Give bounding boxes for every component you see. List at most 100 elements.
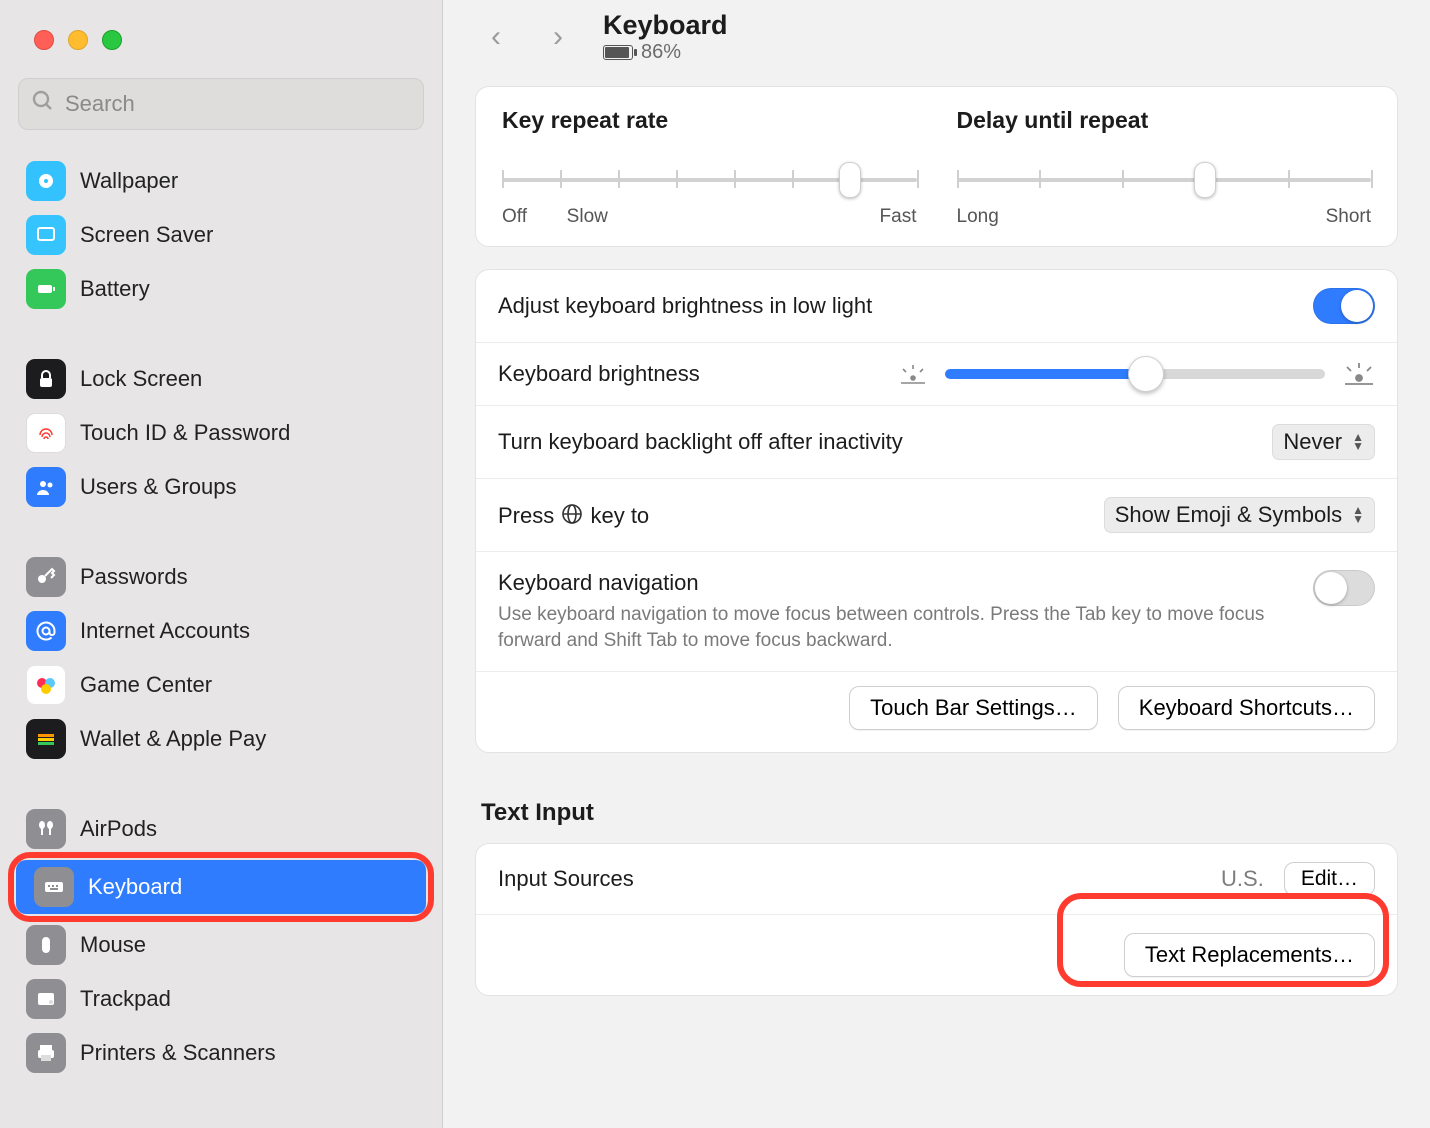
sidebar-item-wallpaper[interactable]: Wallpaper <box>8 154 434 208</box>
keyboard-navigation-toggle[interactable] <box>1313 570 1375 606</box>
battery-icon <box>26 269 66 309</box>
sidebar-item-game-center[interactable]: Game Center <box>8 658 434 712</box>
sidebar-item-label: Mouse <box>80 932 146 958</box>
slider-knob[interactable] <box>839 162 861 198</box>
brightness-slider[interactable] <box>899 362 1375 386</box>
auto-brightness-label: Adjust keyboard brightness in low light <box>498 293 872 319</box>
updown-icon: ▲▼ <box>1352 433 1364 451</box>
keyboard-navigation-label: Keyboard navigation <box>498 570 1293 596</box>
sidebar-item-airpods[interactable]: AirPods <box>8 802 434 856</box>
brightness-low-icon <box>899 363 927 385</box>
screen-saver-icon <box>26 215 66 255</box>
nav-forward-button[interactable]: › <box>541 20 575 54</box>
sidebar-item-label: Printers & Scanners <box>80 1040 276 1066</box>
sidebar-item-label: Internet Accounts <box>80 618 250 644</box>
sidebar-item-label: Users & Groups <box>80 474 237 500</box>
globe-key-label: Press key to <box>498 502 649 529</box>
dropdown-value: Never <box>1283 429 1342 455</box>
sidebar-item-wallet-apple-pay[interactable]: Wallet & Apple Pay <box>8 712 434 766</box>
globe-key-dropdown[interactable]: Show Emoji & Symbols ▲▼ <box>1104 497 1375 533</box>
delay-until-repeat-slider[interactable]: Delay until repeat Long <box>957 107 1372 228</box>
header: ‹ › Keyboard 86% <box>443 0 1430 76</box>
trackpad-icon <box>26 979 66 1019</box>
sidebar-item-label: Touch ID & Password <box>80 420 290 446</box>
backlight-off-label: Turn keyboard backlight off after inacti… <box>498 429 903 455</box>
input-sources-label: Input Sources <box>498 866 634 892</box>
fingerprint-icon <box>26 413 66 453</box>
slider-max-label: Fast <box>880 206 917 228</box>
search-icon <box>31 89 55 119</box>
sidebar-item-battery[interactable]: Battery <box>8 262 434 316</box>
keyboard-navigation-note: Use keyboard navigation to move focus be… <box>498 602 1293 653</box>
sidebar-item-label: Wallet & Apple Pay <box>80 726 266 752</box>
battery-status: 86% <box>603 41 728 64</box>
main-content: ‹ › Keyboard 86% Key repeat rate <box>443 0 1430 1128</box>
users-icon <box>26 467 66 507</box>
sidebar-item-printers-scanners[interactable]: Printers & Scanners <box>8 1026 434 1080</box>
sidebar-item-users-groups[interactable]: Users & Groups <box>8 460 434 514</box>
globe-icon <box>560 502 584 526</box>
nav-back-button[interactable]: ‹ <box>479 20 513 54</box>
sidebar-item-label: AirPods <box>80 816 157 842</box>
battery-icon <box>603 45 633 60</box>
printer-icon <box>26 1033 66 1073</box>
sidebar-item-internet-accounts[interactable]: Internet Accounts <box>8 604 434 658</box>
sidebar-item-label: Game Center <box>80 672 212 698</box>
updown-icon: ▲▼ <box>1352 506 1364 524</box>
brightness-label: Keyboard brightness <box>498 361 700 387</box>
zoom-window-button[interactable] <box>102 30 122 50</box>
close-window-button[interactable] <box>34 30 54 50</box>
wallpaper-icon <box>26 161 66 201</box>
sidebar-item-passwords[interactable]: Passwords <box>8 550 434 604</box>
slider-min-label: Long <box>957 206 999 228</box>
key-repeat-rate-slider[interactable]: Key repeat rate <box>502 107 917 228</box>
airpods-icon <box>26 809 66 849</box>
sidebar-item-label: Lock Screen <box>80 366 202 392</box>
game-center-icon <box>26 665 66 705</box>
slider-label: Key repeat rate <box>502 107 917 134</box>
sidebar-item-trackpad[interactable]: Trackpad <box>8 972 434 1026</box>
at-icon <box>26 611 66 651</box>
slider-knob[interactable] <box>1128 356 1164 392</box>
battery-percentage: 86% <box>641 41 681 64</box>
keyboard-shortcuts-button[interactable]: Keyboard Shortcuts… <box>1118 686 1375 730</box>
input-sources-value: U.S. <box>1221 866 1264 892</box>
slider-knob[interactable] <box>1194 162 1216 198</box>
touch-bar-settings-button[interactable]: Touch Bar Settings… <box>849 686 1098 730</box>
minimize-window-button[interactable] <box>68 30 88 50</box>
auto-brightness-toggle[interactable] <box>1313 288 1375 324</box>
sidebar-item-label: Screen Saver <box>80 222 213 248</box>
sidebar-highlight-ring: Keyboard <box>8 852 434 922</box>
text-input-panel: Input Sources U.S. Edit… Text Replacemen… <box>475 843 1398 996</box>
mouse-icon <box>26 925 66 965</box>
keyboard-settings-panel: Adjust keyboard brightness in low light … <box>475 269 1398 753</box>
slider-min-label: Off <box>502 206 527 228</box>
sidebar-list[interactable]: Wallpaper Screen Saver Battery Lock Sc <box>0 144 442 1128</box>
search-input[interactable] <box>65 91 411 117</box>
brightness-high-icon <box>1343 362 1375 386</box>
sidebar: Wallpaper Screen Saver Battery Lock Sc <box>0 0 443 1128</box>
sidebar-item-label: Passwords <box>80 564 188 590</box>
sidebar-item-label: Battery <box>80 276 150 302</box>
sidebar-item-label: Keyboard <box>88 874 182 900</box>
backlight-off-dropdown[interactable]: Never ▲▼ <box>1272 424 1375 460</box>
lock-icon <box>26 359 66 399</box>
sidebar-item-label: Trackpad <box>80 986 171 1012</box>
text-replacements-button[interactable]: Text Replacements… <box>1124 933 1375 977</box>
window-controls <box>0 0 442 78</box>
sidebar-item-label: Wallpaper <box>80 168 178 194</box>
slider-slow-label: Slow <box>567 206 608 228</box>
key-repeat-panel: Key repeat rate <box>475 86 1398 247</box>
sidebar-item-lock-screen[interactable]: Lock Screen <box>8 352 434 406</box>
sidebar-item-keyboard[interactable]: Keyboard <box>16 860 426 914</box>
sidebar-item-screen-saver[interactable]: Screen Saver <box>8 208 434 262</box>
slider-label: Delay until repeat <box>957 107 1372 134</box>
sidebar-item-mouse[interactable]: Mouse <box>8 918 434 972</box>
search-field[interactable] <box>18 78 424 130</box>
key-icon <box>26 557 66 597</box>
sidebar-item-touch-id[interactable]: Touch ID & Password <box>8 406 434 460</box>
wallet-icon <box>26 719 66 759</box>
edit-input-sources-button[interactable]: Edit… <box>1284 862 1375 896</box>
slider-max-label: Short <box>1326 206 1371 228</box>
text-input-section-title: Text Input <box>481 799 1398 827</box>
